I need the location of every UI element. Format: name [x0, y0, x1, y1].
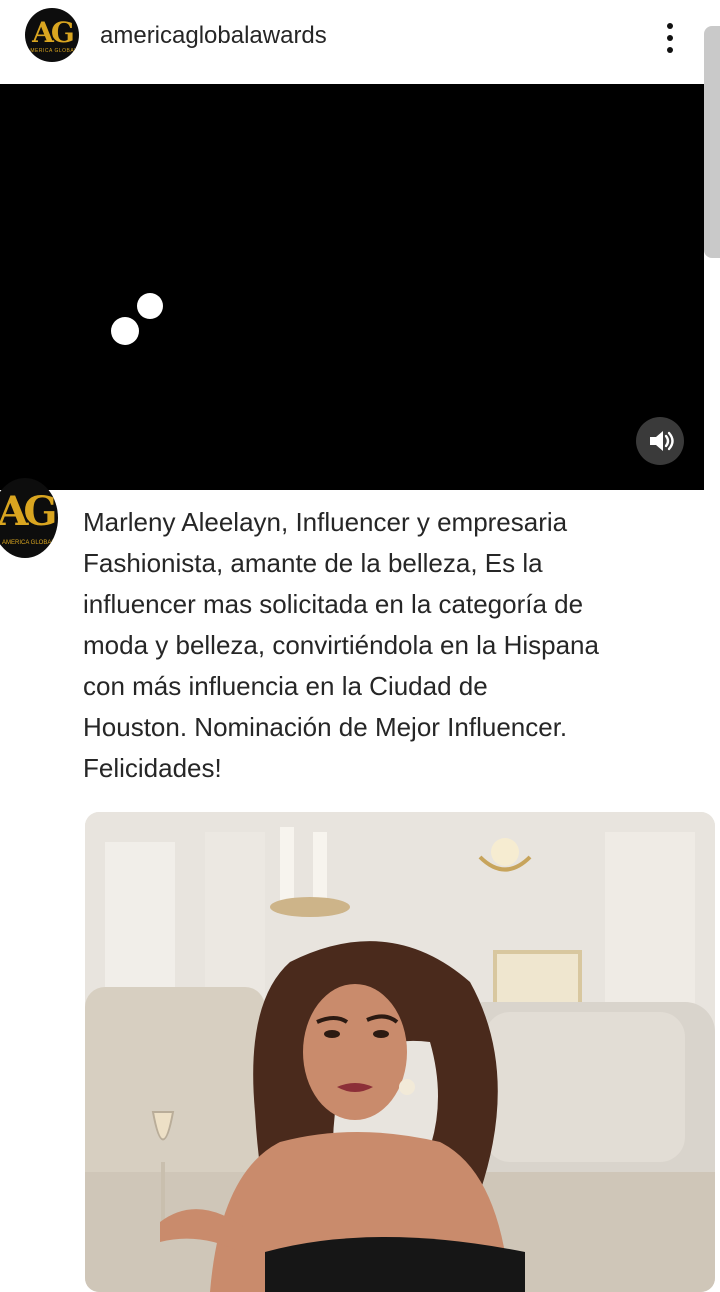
- post-avatar-text: AG: [0, 488, 58, 535]
- profile-avatar[interactable]: AG AMERICA GLOBAL: [25, 8, 79, 62]
- profile-username[interactable]: americaglobalawards: [100, 22, 327, 50]
- post-photo[interactable]: [85, 812, 715, 1292]
- avatar-logo-subtext: AMERICA GLOBAL: [26, 48, 78, 54]
- portrait-illustration: [85, 812, 715, 1292]
- scrollbar-thumb[interactable]: [704, 26, 720, 258]
- caption-line: moda y belleza, convirtiéndola en la His…: [83, 630, 599, 660]
- caption-line: influencer mas solicitada en la categorí…: [83, 589, 584, 619]
- post-caption: Marleny Aleelayn, Influencer y empresari…: [83, 502, 693, 789]
- caption-line: Marleny Aleelayn, Influencer y empresari…: [83, 507, 568, 537]
- kebab-menu-icon[interactable]: [656, 20, 684, 56]
- volume-icon: [650, 431, 674, 451]
- post-avatar-subtext: AMERICA GLOBAL: [2, 540, 55, 546]
- caption-line: Felicidades!: [83, 753, 222, 783]
- caption-line: Fashionista, amante de la belleza, Es la: [83, 548, 543, 578]
- caption-line: Houston. Nominación de Mejor Influencer.: [83, 712, 568, 742]
- loading-dot-icon: [111, 317, 139, 345]
- video-player[interactable]: [0, 84, 704, 490]
- avatar-logo-text: AG: [32, 16, 75, 49]
- post-avatar[interactable]: AG AMERICA GLOBAL: [0, 478, 58, 558]
- loading-dot-icon: [137, 293, 163, 319]
- post-header: AG AMERICA GLOBAL americaglobalawards: [0, 0, 720, 258]
- volume-button[interactable]: [636, 417, 684, 465]
- caption-line: con más influencia en la Ciudad de: [83, 671, 488, 701]
